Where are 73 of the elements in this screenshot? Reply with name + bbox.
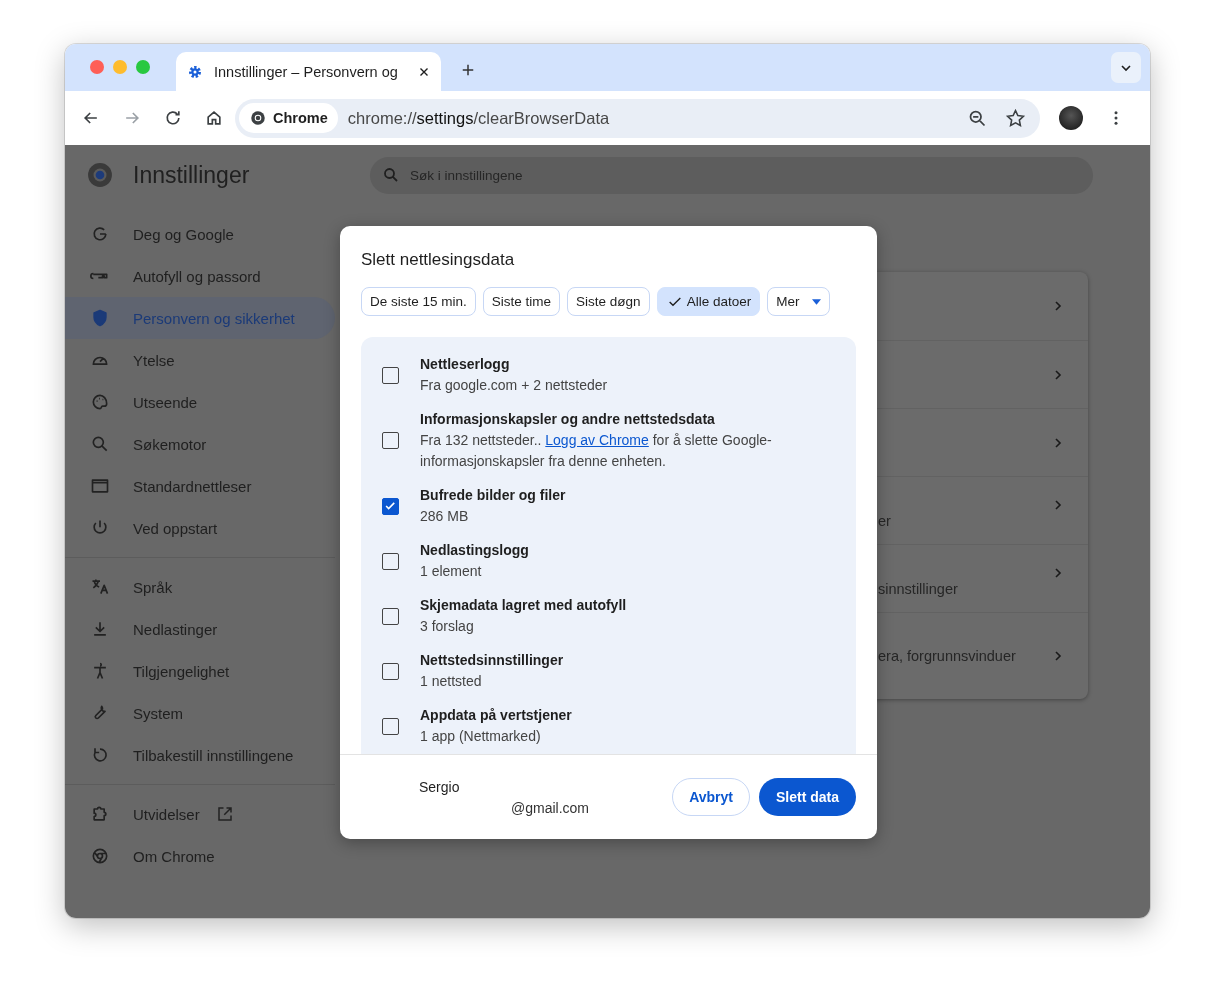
- profile-avatar[interactable]: [1059, 106, 1083, 130]
- home-icon[interactable]: [204, 108, 224, 128]
- item-title: Nettleserlogg: [420, 355, 511, 374]
- checkbox[interactable]: [382, 717, 399, 735]
- browser-tab[interactable]: Innstillinger – Personvern og: [176, 52, 441, 91]
- sidebar-item[interactable]: Deg og Google: [65, 213, 335, 255]
- checkbox[interactable]: [382, 607, 399, 625]
- checkbox[interactable]: [382, 366, 399, 384]
- account-name: Sergio: [419, 778, 461, 795]
- item-description: Fra 132 nettsteder.. Logg av Chrome for å slette Google-informasjonskapsler fra denne enheten.: [420, 431, 773, 471]
- sidebar-item[interactable]: Tilbakestill innstillingene: [65, 734, 335, 776]
- puzzle-icon: [90, 804, 110, 824]
- time-range-chip[interactable]: Siste time: [482, 287, 561, 316]
- translate-icon: [90, 577, 110, 597]
- chrome-icon: [90, 846, 110, 866]
- item-title: Skjemadata lagret med autofyll: [420, 596, 627, 615]
- settings-logo-icon: [87, 162, 113, 188]
- sidebar-item[interactable]: Autofyll og passord: [65, 255, 335, 297]
- sidebar-item[interactable]: Nedlastinger: [65, 608, 335, 650]
- item-description: 1 nettsted: [420, 672, 483, 691]
- search-icon: [382, 166, 400, 184]
- setting-description: er: [878, 513, 891, 531]
- page-title: Innstillinger: [133, 161, 250, 189]
- item-title: Nettstedsinnstillinger: [420, 651, 564, 670]
- browser-icon: [90, 476, 110, 496]
- delete-data-button[interactable]: Slett data: [759, 778, 856, 816]
- item-description: 3 forslag: [420, 617, 475, 636]
- url-text: chrome://settings/clearBrowserData: [347, 108, 611, 128]
- dialog-title: Slett nettlesingsdata: [361, 250, 516, 270]
- sidebar-item[interactable]: Ytelse: [65, 339, 335, 381]
- item-description: Fra google.com + 2 nettsteder: [420, 376, 609, 395]
- address-bar[interactable]: Chrome chrome://settings/clearBrowserData: [235, 98, 1040, 138]
- caret-icon: [812, 298, 822, 305]
- checkbox[interactable]: [382, 552, 399, 570]
- item-title: Appdata på vertstjener: [420, 706, 573, 725]
- setting-description: era, forgrunnsvinduer: [878, 648, 1016, 664]
- star-icon[interactable]: [1005, 107, 1026, 129]
- google-icon: [90, 224, 110, 244]
- item-description: 1 app (Nettmarked): [420, 727, 542, 746]
- item-description: 286 MB: [420, 507, 470, 526]
- sidebar-item[interactable]: Personvern og sikkerhet: [65, 297, 335, 339]
- time-range-chip[interactable]: Siste døgn: [567, 287, 650, 316]
- palette-icon: [90, 392, 110, 412]
- item-title: Informasjonskapsler og andre nettstedsdata: [420, 410, 716, 429]
- checkbox[interactable]: [382, 432, 399, 449]
- cancel-button[interactable]: Avbryt: [672, 778, 750, 816]
- shield-icon: [90, 308, 110, 328]
- sidebar-item[interactable]: Om Chrome: [65, 835, 335, 877]
- sidebar-item[interactable]: Ved oppstart: [65, 507, 335, 549]
- item-description: 1 element: [420, 562, 483, 581]
- more-dropdown[interactable]: Mer: [767, 287, 831, 316]
- sidebar-item[interactable]: Utvidelser: [65, 793, 335, 835]
- sidebar-item[interactable]: System: [65, 692, 335, 734]
- external-link-icon[interactable]: [215, 805, 234, 823]
- sign-out-link[interactable]: Logg av Chrome: [545, 432, 649, 448]
- tab-search-button[interactable]: [1111, 52, 1141, 83]
- sidebar-item[interactable]: Tilgjengelighet: [65, 650, 335, 692]
- item-title: Nedlastingslogg: [420, 541, 530, 560]
- sidebar-item[interactable]: Språk: [65, 566, 335, 608]
- item-title: Bufrede bilder og filer: [420, 486, 566, 505]
- sidebar-item[interactable]: Søkemotor: [65, 423, 335, 465]
- search-icon: [90, 434, 110, 454]
- checkbox[interactable]: [382, 662, 399, 680]
- time-range-chip[interactable]: Alle datoer: [656, 287, 761, 316]
- setting-description: sinnstillinger: [878, 581, 958, 599]
- account-email: @gmail.com: [511, 799, 590, 816]
- time-range-chip[interactable]: De siste 15 min.: [361, 287, 476, 316]
- reload-icon[interactable]: [163, 108, 183, 128]
- site-chip[interactable]: Chrome: [239, 103, 338, 133]
- checkbox[interactable]: [382, 497, 399, 515]
- sidebar-item[interactable]: Utseende: [65, 381, 335, 423]
- tab-title: Innstillinger – Personvern og: [214, 63, 399, 80]
- sidebar-item[interactable]: Standardnettleser: [65, 465, 335, 507]
